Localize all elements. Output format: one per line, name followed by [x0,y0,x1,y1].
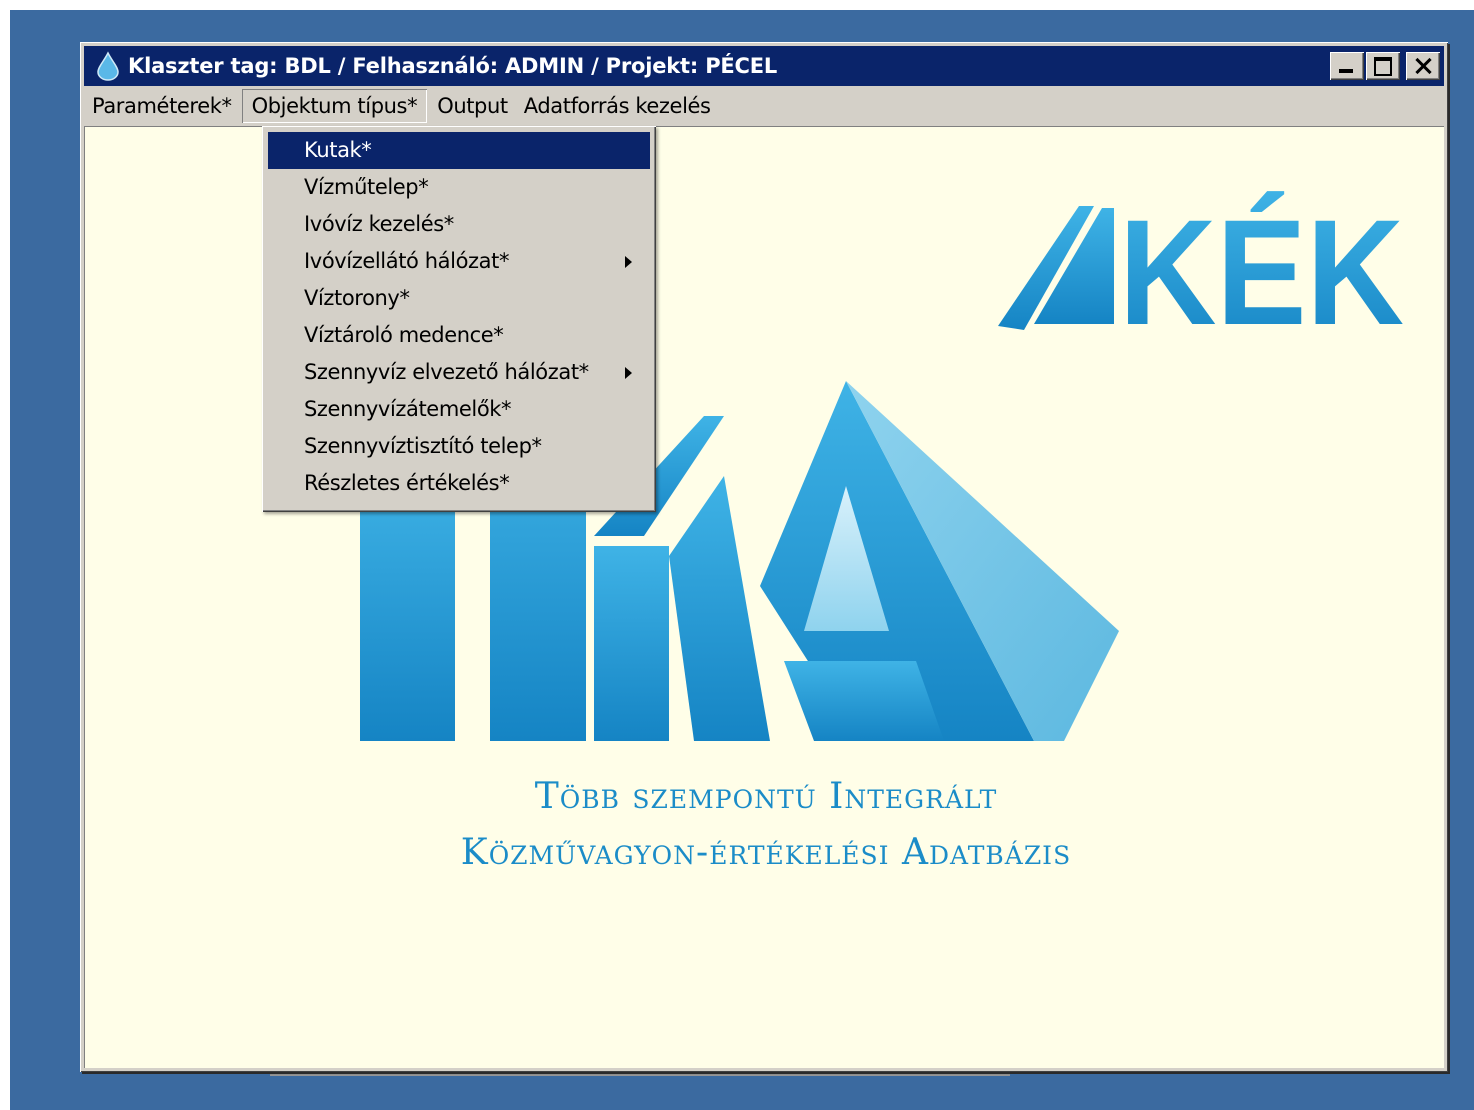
objektum-tipus-dropdown: Kutak* Vízműtelep* Ivóvíz kezelés* Ivóví… [262,126,656,512]
logo-subtitle-line-2: Közművagyon-értékelési Adatbázis [460,832,1072,873]
submenu-arrow-icon [625,256,632,268]
logo-subtitle-line-1: Több szempontú Integrált [534,776,998,817]
menu-output[interactable]: Output [429,89,516,123]
menu-item-ivovizellato-halozat[interactable]: Ivóvízellátó hálózat* [268,243,650,280]
menu-objektum-tipus[interactable]: Objektum típus* [242,89,428,123]
maximize-button[interactable] [1366,52,1400,80]
menu-bar: Paraméterek* Objektum típus* Output Adat… [84,86,1444,126]
menu-item-szennyvizatemelok[interactable]: Szennyvízátemelők* [268,391,650,428]
kek-logo: KÉK [998,188,1404,356]
menu-item-reszletes-ertekeles[interactable]: Részletes értékelés* [268,465,650,502]
close-button[interactable] [1406,52,1440,80]
menu-item-vizmutelep[interactable]: Vízműtelep* [268,169,650,206]
menu-parameterek[interactable]: Paraméterek* [84,89,240,123]
water-drop-icon [97,51,119,81]
window-title: Klaszter tag: BDL / Felhasználó: ADMIN /… [128,54,778,78]
minimize-button[interactable] [1330,52,1364,80]
menu-item-viztorony[interactable]: Víztorony* [268,280,650,317]
menu-item-szennyviz-elvezeto-halozat[interactable]: Szennyvíz elvezető hálózat* [268,354,650,391]
menu-item-viztarolo-medence[interactable]: Víztároló medence* [268,317,650,354]
title-bar[interactable]: Klaszter tag: BDL / Felhasználó: ADMIN /… [84,46,1444,86]
menu-item-ivoviz-kezeles[interactable]: Ivóvíz kezelés* [268,206,650,243]
submenu-arrow-icon [625,367,632,379]
menu-adatforras-kezeles[interactable]: Adatforrás kezelés [516,89,719,123]
svg-text:KÉK: KÉK [1119,188,1404,356]
menu-item-kutak[interactable]: Kutak* [268,132,650,169]
menu-item-szennyviztisztito-telep[interactable]: Szennyvíztisztító telep* [268,428,650,465]
